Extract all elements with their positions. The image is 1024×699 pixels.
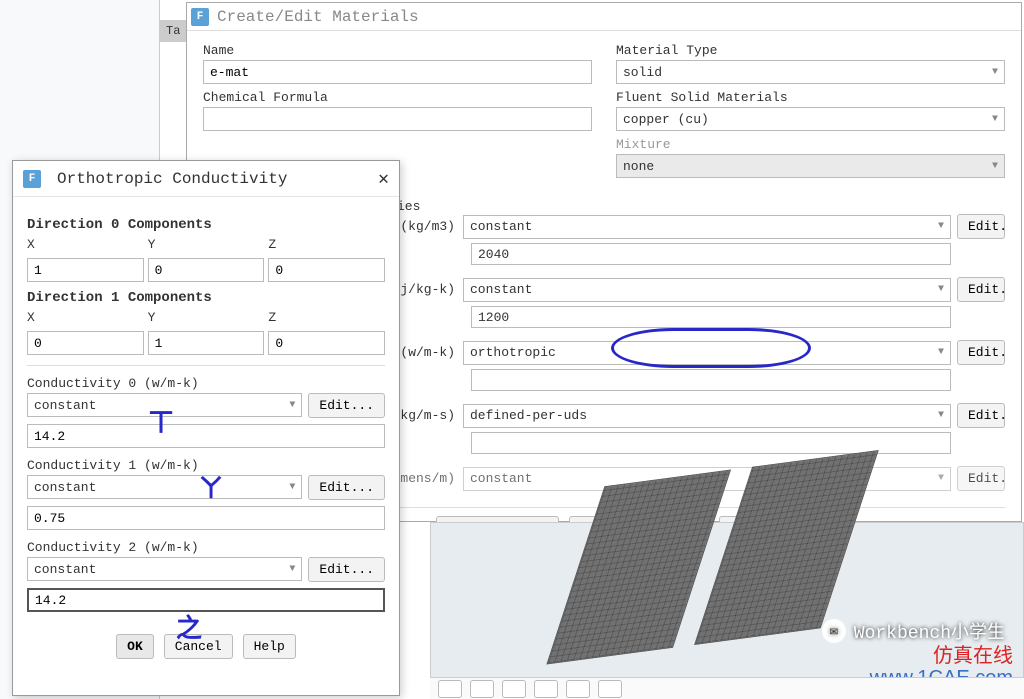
density-value[interactable]: 2040 xyxy=(471,243,951,265)
chevron-down-icon: ▼ xyxy=(938,347,944,358)
dir1-y-input[interactable] xyxy=(148,331,265,355)
z-label: Z xyxy=(268,310,385,325)
k1-edit-button[interactable]: Edit... xyxy=(308,475,385,500)
name-label: Name xyxy=(203,43,592,58)
dir0-y-input[interactable] xyxy=(148,258,265,282)
cp-mode-select[interactable]: constant▼ xyxy=(463,278,951,302)
material-type-label: Material Type xyxy=(616,43,1005,58)
thermal-conductivity-value xyxy=(471,369,951,391)
app-icon: F xyxy=(191,8,209,26)
watermark-text-1: 仿真在线 xyxy=(933,639,1013,668)
dir1-x-input[interactable] xyxy=(27,331,144,355)
orthotropic-conductivity-dialog: F Orthotropic Conductivity ✕ Direction 0… xyxy=(12,160,400,696)
dialog-titlebar: F Orthotropic Conductivity ✕ xyxy=(13,161,399,197)
viewport-toolbar xyxy=(430,677,1024,699)
mixture-label: Mixture xyxy=(616,137,1005,152)
toolbar-button[interactable] xyxy=(598,680,622,698)
chevron-down-icon: ▼ xyxy=(938,284,944,295)
k0-label: Conductivity 0 (w/m-k) xyxy=(27,376,385,391)
app-icon: F xyxy=(23,170,41,188)
k0-edit-button[interactable]: Edit... xyxy=(308,393,385,418)
chevron-down-icon: ▼ xyxy=(289,564,295,575)
cancel-button[interactable]: Cancel xyxy=(164,634,233,659)
k2-edit-button[interactable]: Edit... xyxy=(308,557,385,582)
toolbar-button[interactable] xyxy=(470,680,494,698)
mixture-select: none▼ xyxy=(616,154,1005,178)
elec-edit-button[interactable]: Edit. xyxy=(957,466,1005,491)
chevron-down-icon: ▼ xyxy=(992,114,998,125)
direction-0-header: Direction 0 Components xyxy=(27,217,385,233)
k1-mode-select[interactable]: constant▼ xyxy=(27,475,302,499)
3d-viewport[interactable]: ✉ Workbench小学生 仿真在线 www.1CAE.com xyxy=(430,522,1024,697)
dir0-z-input[interactable] xyxy=(268,258,385,282)
uds-mode-select[interactable]: defined-per-uds▼ xyxy=(463,404,951,428)
thermal-conductivity-edit-button[interactable]: Edit. xyxy=(957,340,1005,365)
z-label: Z xyxy=(268,237,385,252)
window-title: Create/Edit Materials xyxy=(217,8,419,26)
close-icon[interactable]: ✕ xyxy=(378,168,389,190)
chevron-down-icon: ▼ xyxy=(938,473,944,484)
chevron-down-icon: ▼ xyxy=(938,410,944,421)
dialog-title: Orthotropic Conductivity xyxy=(57,170,287,188)
help-button[interactable]: Help xyxy=(243,634,296,659)
name-input[interactable] xyxy=(203,60,592,84)
window-titlebar: F Create/Edit Materials xyxy=(187,3,1021,31)
y-label: Y xyxy=(148,237,265,252)
ok-button[interactable]: OK xyxy=(116,634,154,659)
chevron-down-icon: ▼ xyxy=(992,67,998,78)
chevron-down-icon: ▼ xyxy=(289,482,295,493)
y-label: Y xyxy=(148,310,265,325)
chevron-down-icon: ▼ xyxy=(992,161,998,172)
toolbar-button[interactable] xyxy=(438,680,462,698)
density-edit-button[interactable]: Edit. xyxy=(957,214,1005,239)
k0-value-input[interactable] xyxy=(27,424,385,448)
k2-mode-select[interactable]: constant▼ xyxy=(27,557,302,581)
dialog-button-row: OK Cancel Help xyxy=(27,634,385,659)
x-label: X xyxy=(27,310,144,325)
left-tab-label: Ta xyxy=(160,20,186,42)
dir1-z-input[interactable] xyxy=(268,331,385,355)
x-label: X xyxy=(27,237,144,252)
cp-value[interactable]: 1200 xyxy=(471,306,951,328)
fluent-solid-label: Fluent Solid Materials xyxy=(616,90,1005,105)
k1-value-input[interactable] xyxy=(27,506,385,530)
toolbar-button[interactable] xyxy=(534,680,558,698)
fluent-solid-select[interactable]: copper (cu)▼ xyxy=(616,107,1005,131)
toolbar-button[interactable] xyxy=(502,680,526,698)
chem-formula-label: Chemical Formula xyxy=(203,90,592,105)
wechat-icon: ✉ xyxy=(822,619,846,643)
k2-value-input[interactable] xyxy=(27,588,385,612)
k1-label: Conductivity 1 (w/m-k) xyxy=(27,458,385,473)
chevron-down-icon: ▼ xyxy=(289,400,295,411)
thermal-conductivity-mode-select[interactable]: orthotropic▼ xyxy=(463,341,951,365)
k2-label: Conductivity 2 (w/m-k) xyxy=(27,540,385,555)
toolbar-button[interactable] xyxy=(566,680,590,698)
dir0-x-input[interactable] xyxy=(27,258,144,282)
density-mode-select[interactable]: constant▼ xyxy=(463,215,951,239)
chevron-down-icon: ▼ xyxy=(938,221,944,232)
k0-mode-select[interactable]: constant▼ xyxy=(27,393,302,417)
chem-formula-input[interactable] xyxy=(203,107,592,131)
properties-header-fragment: ies xyxy=(397,199,420,214)
direction-1-header: Direction 1 Components xyxy=(27,290,385,306)
material-type-select[interactable]: solid▼ xyxy=(616,60,1005,84)
cp-edit-button[interactable]: Edit. xyxy=(957,277,1005,302)
uds-edit-button[interactable]: Edit. xyxy=(957,403,1005,428)
